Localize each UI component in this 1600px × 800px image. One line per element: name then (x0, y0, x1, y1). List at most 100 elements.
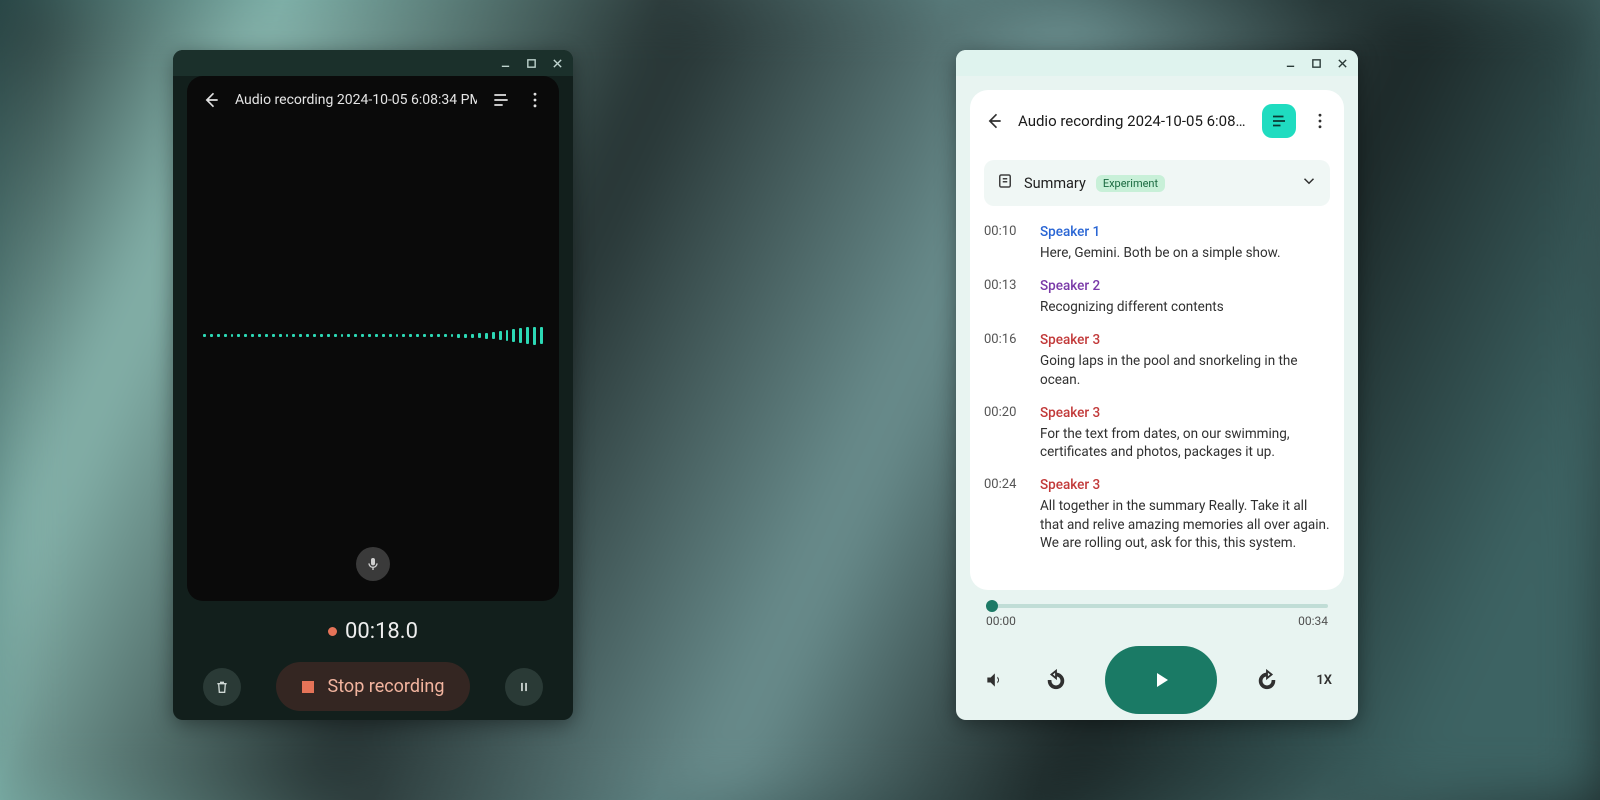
summary-label: Summary (1024, 175, 1086, 192)
player-window: Audio recording 2024-10-05 6:08:3... Sum… (956, 50, 1358, 720)
speed-button[interactable]: 1X (1316, 673, 1332, 688)
waveform-bar (258, 334, 261, 337)
transcript-icon[interactable] (491, 90, 511, 110)
recorder-controls: Stop recording (173, 644, 573, 711)
transcript-speaker: Speaker 3 (1040, 332, 1330, 348)
waveform-bar (341, 334, 344, 337)
maximize-icon[interactable] (1310, 57, 1322, 69)
waveform-bar (533, 327, 536, 345)
minimize-icon[interactable] (1284, 57, 1296, 69)
waveform-bar (416, 334, 419, 337)
playback-seek: 00:00 00:34 (956, 604, 1358, 636)
stop-recording-button[interactable]: Stop recording (276, 662, 471, 711)
waveform-bar (526, 327, 529, 344)
transcript-row[interactable]: 00:24Speaker 3All together in the summar… (984, 469, 1330, 560)
transcript-speaker: Speaker 3 (1040, 405, 1330, 421)
volume-icon[interactable] (982, 668, 1006, 692)
pause-button[interactable] (505, 668, 543, 706)
rewind-icon[interactable] (1044, 668, 1068, 692)
waveform-bar (292, 334, 295, 337)
recording-title: Audio recording 2024-10-05 6:08:3... (1018, 112, 1248, 130)
seek-bar[interactable] (986, 604, 1328, 608)
play-button[interactable] (1105, 646, 1217, 714)
elapsed-time: 00:18.0 (173, 619, 573, 644)
waveform-bar (354, 334, 357, 337)
waveform-bar (361, 334, 364, 337)
waveform-bar (492, 332, 495, 339)
menu-icon[interactable] (1310, 111, 1330, 131)
waveform-bar (457, 334, 460, 338)
forward-icon[interactable] (1255, 668, 1279, 692)
waveform-bar (375, 334, 378, 337)
recording-title: Audio recording 2024-10-05 6:08:34 PM (235, 92, 477, 108)
transcript-speaker: Speaker 1 (1040, 224, 1330, 240)
waveform-bar (382, 334, 385, 337)
waveform-bar (251, 334, 254, 337)
waveform-bar (464, 334, 467, 338)
recording-indicator-icon (328, 627, 337, 636)
waveform-bar (224, 334, 227, 337)
waveform-bar (210, 334, 213, 337)
transcript-toggle-button[interactable] (1262, 104, 1296, 138)
waveform-bar (402, 334, 405, 337)
chevron-down-icon (1300, 172, 1318, 194)
back-icon[interactable] (201, 90, 221, 110)
window-titlebar (173, 50, 573, 76)
waveform-bar (286, 334, 289, 337)
delete-button[interactable] (203, 668, 241, 706)
close-icon[interactable] (1336, 57, 1348, 69)
player-app: Audio recording 2024-10-05 6:08:3... Sum… (970, 90, 1344, 590)
transcript-text: All together in the summary Really. Take… (1040, 497, 1330, 552)
waveform-bar (512, 329, 515, 342)
elapsed-value: 00:18.0 (345, 619, 418, 644)
transcript-timestamp: 00:13 (984, 278, 1022, 316)
waveform-bar (334, 334, 337, 337)
transcript-text: Going laps in the pool and snorkeling in… (1040, 352, 1330, 388)
waveform-bar (306, 334, 309, 337)
transcript-row[interactable]: 00:13Speaker 2Recognizing different cont… (984, 270, 1330, 324)
recorder-window: Audio recording 2024-10-05 6:08:34 PM 00… (173, 50, 573, 720)
stop-icon (302, 681, 314, 693)
transcript-speaker: Speaker 2 (1040, 278, 1330, 294)
recorder-header: Audio recording 2024-10-05 6:08:34 PM (187, 76, 559, 124)
mic-button[interactable] (356, 547, 390, 581)
transcript-timestamp: 00:24 (984, 477, 1022, 552)
summary-row[interactable]: Summary Experiment (984, 160, 1330, 206)
waveform-bar (244, 334, 247, 337)
transcript-text: Here, Gemini. Both be on a simple show. (1040, 244, 1330, 262)
waveform-bar (396, 334, 399, 337)
back-icon[interactable] (984, 111, 1004, 131)
waveform-bar (451, 334, 454, 337)
transcript-list: 00:10Speaker 1Here, Gemini. Both be on a… (970, 206, 1344, 590)
waveform-bar (313, 334, 316, 337)
playback-controls: 1X (956, 636, 1358, 714)
waveform-bar (423, 334, 426, 337)
seek-thumb[interactable] (986, 600, 998, 612)
transcript-row[interactable]: 00:10Speaker 1Here, Gemini. Both be on a… (984, 216, 1330, 270)
total-time: 00:34 (1298, 614, 1328, 628)
waveform-bar (499, 331, 502, 340)
waveform-bar (299, 334, 302, 337)
current-time: 00:00 (986, 614, 1016, 628)
waveform-bar (444, 334, 447, 337)
waveform-bar (485, 333, 488, 339)
transcript-row[interactable]: 00:16 Speaker 3 Going laps in the pool and… (984, 324, 1330, 396)
minimize-icon[interactable] (499, 57, 511, 69)
menu-icon[interactable] (525, 90, 545, 110)
recorder-app: Audio recording 2024-10-05 6:08:34 PM (187, 76, 559, 601)
transcript-text: For the text from dates, on our swimming… (1040, 425, 1330, 461)
close-icon[interactable] (551, 57, 563, 69)
waveform-bar (327, 334, 330, 337)
player-header: Audio recording 2024-10-05 6:08:3... (970, 90, 1344, 152)
maximize-icon[interactable] (525, 57, 537, 69)
waveform-bar (279, 334, 282, 337)
waveform-bar (217, 334, 220, 337)
transcript-timestamp: 00:20 (984, 405, 1022, 461)
waveform-bar (272, 334, 275, 337)
transcript-timestamp: 00:16 (984, 332, 1022, 388)
transcript-row[interactable]: 00:20 Speaker 3 For the text from dates, o… (984, 397, 1330, 469)
stop-label: Stop recording (328, 676, 445, 697)
waveform-bar (203, 334, 206, 337)
waveform-bar (478, 333, 481, 338)
waveform-bar (237, 334, 240, 337)
